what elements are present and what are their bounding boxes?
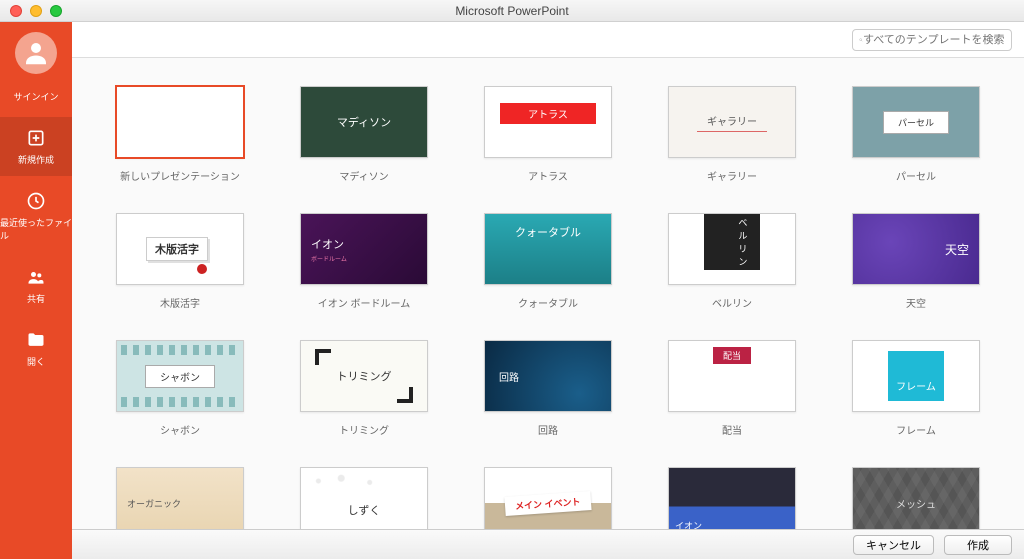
titlebar: Microsoft PowerPoint	[0, 0, 1024, 22]
template-caption: パーセル	[896, 168, 936, 183]
template-thumb: トリミング	[300, 340, 428, 412]
template-caption: アトラス	[528, 168, 568, 183]
template-thumb: しずく	[300, 467, 428, 529]
minimize-window-button[interactable]	[30, 5, 42, 17]
template-caption: マディソン	[339, 168, 388, 183]
clock-icon	[25, 190, 47, 212]
template-thumb: 配当	[668, 340, 796, 412]
user-icon	[21, 38, 51, 68]
template-thumb: マディソン	[300, 86, 428, 158]
footer: キャンセル 作成	[72, 529, 1024, 559]
nav-label: 開く	[27, 355, 45, 368]
people-icon	[25, 266, 47, 288]
template-ion-boardroom[interactable]: イオンボードルーム イオン ボードルーム	[286, 213, 442, 310]
template-thumb: パーセル	[852, 86, 980, 158]
template-caption: ギャラリー	[707, 168, 757, 183]
template-thumb: シャボン	[116, 340, 244, 412]
template-thumb: ギャラリー	[668, 86, 796, 158]
sidebar: サインイン 新規作成 最近使ったファイル 共有 開く	[0, 22, 72, 559]
template-thumb: アトラス	[484, 86, 612, 158]
nav-label: 最近使ったファイル	[0, 216, 72, 242]
nav-label: 共有	[27, 292, 45, 305]
template-organic[interactable]: オーガニック オーガニック	[102, 467, 258, 529]
header	[72, 22, 1024, 58]
template-thumb: イオン	[668, 467, 796, 529]
template-main-event[interactable]: メイン イベント メイン イベント	[470, 467, 626, 529]
template-parcel[interactable]: パーセル パーセル	[838, 86, 994, 183]
template-caption: 回路	[538, 422, 558, 437]
zoom-window-button[interactable]	[50, 5, 62, 17]
avatar[interactable]	[15, 32, 57, 74]
template-ion[interactable]: イオン イオン	[654, 467, 810, 529]
template-thumb: メイン イベント	[484, 467, 612, 529]
template-caption: 天空	[906, 295, 926, 310]
sidebar-item-signin[interactable]: サインイン	[0, 80, 72, 113]
template-thumb: 天空	[852, 213, 980, 285]
window-controls	[0, 5, 62, 17]
template-woodtype[interactable]: 木版活字 木版活字	[102, 213, 258, 310]
template-frame[interactable]: フレーム フレーム	[838, 340, 994, 437]
template-caption: 木版活字	[160, 295, 200, 310]
template-thumb: イオンボードルーム	[300, 213, 428, 285]
template-thumb: 回路	[484, 340, 612, 412]
template-caption: フレーム	[896, 422, 936, 437]
template-savon[interactable]: シャボン シャボン	[102, 340, 258, 437]
template-droplet[interactable]: しずく しずく	[286, 467, 442, 529]
template-thumb: フレーム	[852, 340, 980, 412]
template-gallery: 新しいプレゼンテーション マディソン マディソン アトラス アトラス ギャラリー…	[72, 58, 1024, 529]
template-caption: イオン ボードルーム	[318, 295, 410, 310]
template-quotable[interactable]: クォータブル クォータブル	[470, 213, 626, 310]
search-field[interactable]	[852, 29, 1012, 51]
template-madison[interactable]: マディソン マディソン	[286, 86, 442, 183]
template-berlin[interactable]: ベルリン ベルリン	[654, 213, 810, 310]
template-caption: 配当	[722, 422, 742, 437]
sidebar-item-open[interactable]: 開く	[0, 319, 72, 378]
sidebar-item-new[interactable]: 新規作成	[0, 117, 72, 176]
template-blank[interactable]: 新しいプレゼンテーション	[102, 86, 258, 183]
template-celestial[interactable]: 天空 天空	[838, 213, 994, 310]
template-gallery[interactable]: ギャラリー ギャラリー	[654, 86, 810, 183]
new-icon	[25, 127, 47, 149]
search-input[interactable]	[863, 34, 1005, 46]
template-thumb: クォータブル	[484, 213, 612, 285]
create-button[interactable]: 作成	[944, 535, 1012, 555]
template-thumb: 木版活字	[116, 213, 244, 285]
close-window-button[interactable]	[10, 5, 22, 17]
template-thumb: オーガニック	[116, 467, 244, 529]
template-thumb	[116, 86, 244, 158]
sidebar-item-shared[interactable]: 共有	[0, 256, 72, 315]
nav-label: 新規作成	[18, 153, 54, 166]
template-circuit[interactable]: 回路 回路	[470, 340, 626, 437]
sidebar-item-recent[interactable]: 最近使ったファイル	[0, 180, 72, 252]
template-caption: トリミング	[339, 422, 389, 437]
template-caption: ベルリン	[712, 295, 752, 310]
signin-label: サインイン	[13, 90, 58, 103]
window-title: Microsoft PowerPoint	[0, 4, 1024, 18]
template-thumb: ベルリン	[668, 213, 796, 285]
folder-icon	[25, 329, 47, 351]
template-mesh[interactable]: メッシュ メッシュ	[838, 467, 994, 529]
cancel-button[interactable]: キャンセル	[853, 535, 934, 555]
template-dividend[interactable]: 配当 配当	[654, 340, 810, 437]
template-caption: クォータブル	[518, 295, 578, 310]
template-thumb: メッシュ	[852, 467, 980, 529]
template-atlas[interactable]: アトラス アトラス	[470, 86, 626, 183]
template-crop[interactable]: トリミング トリミング	[286, 340, 442, 437]
template-caption: 新しいプレゼンテーション	[120, 168, 240, 183]
template-caption: シャボン	[160, 422, 200, 437]
